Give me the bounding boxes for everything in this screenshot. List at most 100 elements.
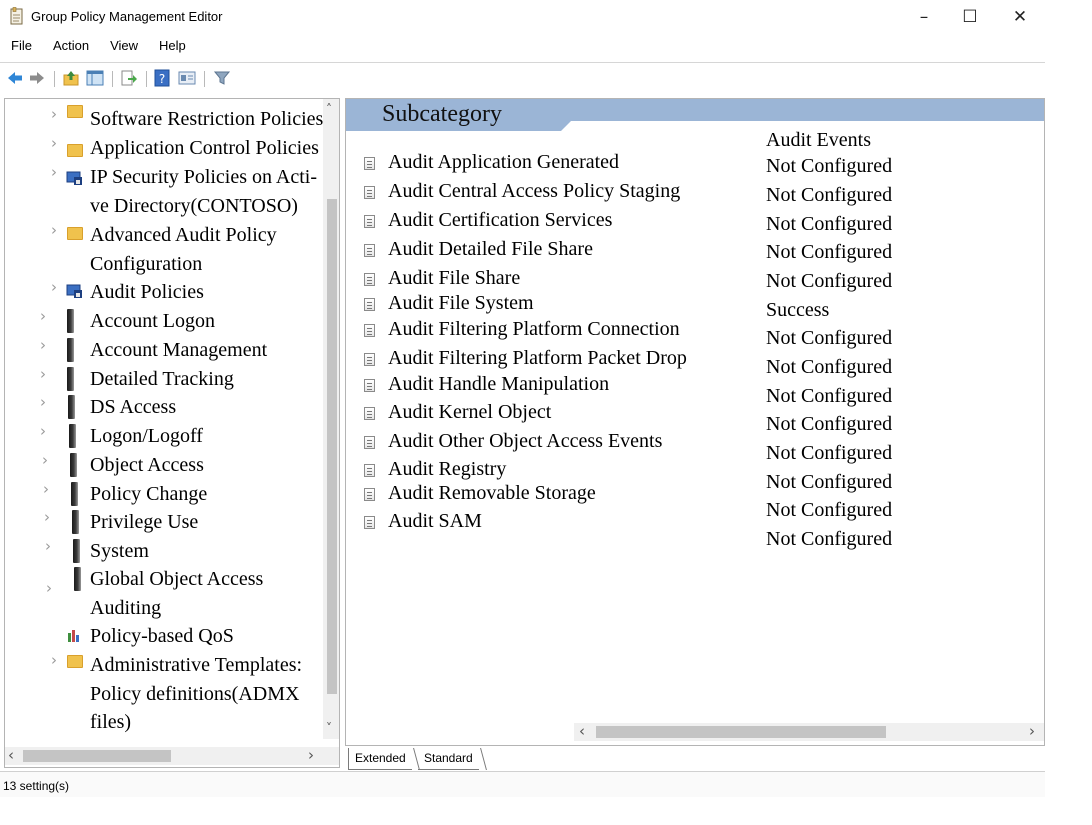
- tab-divider: [480, 748, 487, 770]
- back-icon[interactable]: [6, 69, 24, 87]
- chevron-right-icon[interactable]: ›: [40, 422, 46, 440]
- tree-item-label: Advanced Audit Policy: [90, 224, 277, 246]
- tree-item-account-management[interactable]: › Account Management: [5, 334, 323, 362]
- tree-item-label: Policy-based QoS: [90, 625, 234, 647]
- audit-events-value: Not Configured: [766, 471, 893, 493]
- policy-setting-icon: [364, 273, 375, 286]
- chevron-right-icon[interactable]: ›: [51, 105, 57, 123]
- tree-item-policy-based-qos[interactable]: Policy-based QoS: [5, 620, 323, 648]
- policy-setting-icon: [364, 298, 375, 311]
- menu-file[interactable]: File: [0, 38, 42, 58]
- chevron-right-icon[interactable]: ›: [51, 221, 57, 239]
- policy-setting-icon: [364, 464, 375, 477]
- gpme-window: Group Policy Management Editor – ☐ ✕ Fil…: [0, 0, 1045, 800]
- subcategory-name: Audit SAM: [388, 510, 482, 532]
- subcategory-name: Audit Removable Storage: [388, 482, 596, 504]
- tree-item-label: Detailed Tracking: [90, 368, 234, 390]
- folder-icon: [67, 655, 83, 668]
- audit-events-value: Not Configured: [766, 155, 893, 177]
- chevron-right-icon[interactable]: ›: [40, 336, 46, 354]
- tree-item-label: Privilege Use: [90, 511, 199, 533]
- tree-item-advanced-audit-policy-configuration[interactable]: › Advanced Audit Policy Configuration: [5, 219, 323, 277]
- menu-action[interactable]: Action: [42, 38, 99, 58]
- help-icon[interactable]: ?: [153, 69, 171, 87]
- scroll-left-icon[interactable]: ‹: [8, 746, 14, 764]
- policy-setting-icon: [364, 407, 375, 420]
- chevron-right-icon[interactable]: ›: [44, 508, 50, 526]
- scroll-right-icon[interactable]: ›: [1029, 722, 1035, 740]
- subcategory-header-label: Subcategory: [382, 101, 502, 127]
- export-list-icon[interactable]: [120, 69, 138, 87]
- close-button[interactable]: ✕: [998, 4, 1042, 30]
- chevron-right-icon[interactable]: ›: [40, 365, 46, 383]
- details-pane: Subcategory Audit Events Audit Applicati…: [345, 98, 1045, 746]
- subcategory-column-header[interactable]: Subcategory: [346, 99, 1044, 131]
- tab-extended[interactable]: Extended: [348, 748, 412, 770]
- subcategory-name: Audit Handle Manipulation: [388, 373, 610, 395]
- chevron-right-icon[interactable]: ›: [51, 278, 57, 296]
- details-horizontal-scrollbar[interactable]: ‹ ›: [574, 722, 1044, 741]
- tree-item-audit-policies[interactable]: › Audit Policies: [5, 276, 323, 304]
- scroll-right-icon[interactable]: ›: [308, 746, 314, 764]
- tree-item-label: Account Management: [90, 339, 268, 361]
- policy-setting-icon: [364, 215, 375, 228]
- chevron-right-icon[interactable]: ›: [40, 307, 46, 325]
- chevron-right-icon[interactable]: ›: [40, 393, 46, 411]
- scroll-up-icon[interactable]: ˄: [326, 102, 332, 116]
- chevron-right-icon[interactable]: ›: [43, 480, 49, 498]
- chevron-right-icon[interactable]: ›: [42, 451, 48, 469]
- tree-item-privilege-use[interactable]: › Privilege Use: [5, 506, 323, 534]
- chevron-right-icon[interactable]: ›: [51, 651, 57, 669]
- tree-item-policy-change[interactable]: › Policy Change: [5, 478, 323, 506]
- svg-text:?: ?: [159, 72, 165, 86]
- policy-setting-icon: [364, 244, 375, 257]
- filter-icon[interactable]: [213, 69, 231, 87]
- audit-events-value: Not Configured: [766, 356, 893, 378]
- toolbar: ?: [0, 62, 1045, 94]
- tree-item-software-restriction-policies[interactable]: › Software Restriction Policies: [5, 103, 323, 131]
- menu-view[interactable]: View: [99, 38, 148, 58]
- tree-horizontal-scroll-thumb[interactable]: [23, 750, 171, 762]
- chevron-right-icon[interactable]: ›: [51, 134, 57, 152]
- subcategory-name: Audit File Share: [388, 267, 521, 289]
- tree-item-system[interactable]: › System: [5, 535, 323, 563]
- chevron-right-icon[interactable]: ›: [46, 579, 52, 597]
- scroll-down-icon[interactable]: ˅: [326, 721, 332, 735]
- details-horizontal-scroll-thumb[interactable]: [596, 726, 886, 738]
- tree-item-application-control-policies[interactable]: › Application Control Policies: [5, 132, 323, 160]
- subcategory-name: Audit Filtering Platform Connection: [388, 318, 680, 340]
- tree-horizontal-scrollbar[interactable]: ‹ ›: [5, 746, 339, 765]
- tree-item-administrative-templates[interactable]: › Administrative Templates: Policy defin…: [5, 649, 323, 736]
- scroll-left-icon[interactable]: ‹: [579, 722, 585, 740]
- tree-item-label: System: [90, 540, 149, 562]
- policy-setting-icon: [364, 488, 375, 501]
- tree-vertical-scrollbar[interactable]: ˄ ˅: [323, 99, 339, 739]
- up-folder-icon[interactable]: [62, 69, 80, 87]
- chevron-right-icon[interactable]: ›: [45, 537, 51, 555]
- show-hide-tree-icon[interactable]: [86, 69, 104, 87]
- tree-item-label: Software Restriction Policies: [90, 108, 324, 130]
- minimize-button[interactable]: –: [902, 4, 946, 30]
- tree-item-label: DS Access: [90, 396, 177, 418]
- tree-item-ds-access[interactable]: › DS Access: [5, 391, 323, 419]
- properties-icon[interactable]: [178, 69, 196, 87]
- tree-item-global-object-access-auditing[interactable]: › Global Object Access Auditing: [5, 563, 323, 621]
- tree-vertical-scroll-thumb[interactable]: [327, 199, 337, 694]
- tree-item-object-access[interactable]: › Object Access: [5, 449, 323, 477]
- chevron-right-icon[interactable]: ›: [51, 163, 57, 181]
- subcategory-name: Audit Filtering Platform Packet Drop: [388, 347, 687, 369]
- menu-help[interactable]: Help: [148, 38, 196, 58]
- tab-standard[interactable]: Standard: [418, 748, 479, 770]
- book-icon: [67, 367, 74, 391]
- forward-icon[interactable]: [28, 69, 46, 87]
- tree-item-ip-security-policies[interactable]: › IP Security Policies on Acti- ve Direc…: [5, 161, 323, 219]
- tree-item-logon-logoff[interactable]: › Logon/Logoff: [5, 420, 323, 448]
- tree-item-account-logon[interactable]: › Account Logon: [5, 305, 323, 333]
- maximize-button[interactable]: ☐: [948, 4, 992, 30]
- tree-item-label: Application Control Policies: [90, 137, 319, 159]
- toolbar-separator: [54, 71, 55, 87]
- toolbar-separator: [146, 71, 147, 87]
- policy-setting-icon: [364, 324, 375, 337]
- subcategory-name: Audit Other Object Access Events: [388, 430, 663, 452]
- tree-item-detailed-tracking[interactable]: › Detailed Tracking: [5, 363, 323, 391]
